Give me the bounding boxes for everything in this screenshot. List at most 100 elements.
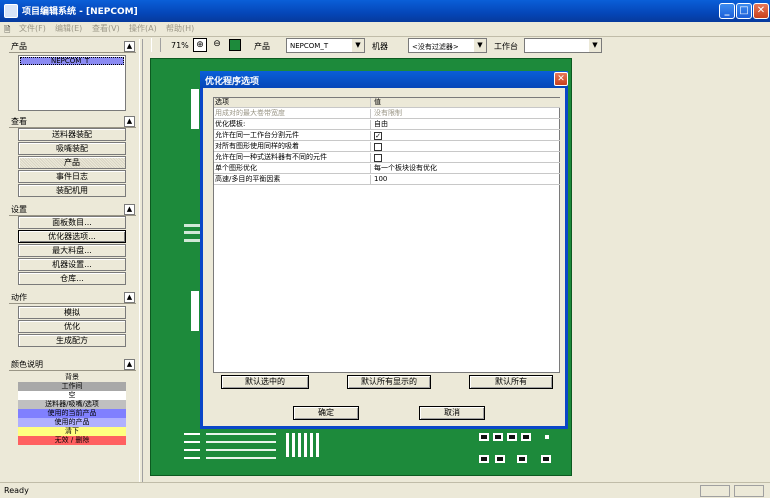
- option-name: 单个图形优化: [215, 164, 371, 174]
- optimizer-options-button[interactable]: 优化器选项...: [18, 230, 126, 243]
- doc-icon: 🗎: [4, 25, 11, 34]
- splitter[interactable]: [139, 39, 143, 482]
- option-checkbox[interactable]: [374, 143, 382, 151]
- menu-edit[interactable]: 编辑(E): [55, 23, 82, 34]
- chip-mark: [479, 455, 489, 463]
- collapse-icon[interactable]: ▲: [124, 359, 135, 370]
- close-button[interactable]: ✕: [753, 3, 769, 19]
- table-row[interactable]: 允许在同一种式送料器有不同的元件: [214, 153, 560, 163]
- pad-row: [184, 449, 200, 451]
- option-value: 没有限制: [374, 109, 402, 117]
- option-name: 优化模板:: [215, 120, 371, 130]
- event-log-button[interactable]: 事件日志: [18, 170, 126, 183]
- chip-mark: [521, 433, 531, 441]
- collapse-icon[interactable]: ▲: [124, 41, 135, 52]
- list-item[interactable]: NEPCOM_T: [20, 57, 124, 65]
- minimize-button[interactable]: _: [719, 3, 735, 19]
- product-select[interactable]: NEPCOM_T ▼: [286, 38, 365, 53]
- simulate-button[interactable]: 模拟: [18, 306, 126, 319]
- option-value[interactable]: 每一个板块设有优化: [374, 164, 554, 174]
- default-shown-button[interactable]: 默认所有显示的: [347, 375, 431, 389]
- zoom-in-icon[interactable]: ⊕: [193, 38, 207, 52]
- chip-mark: [507, 433, 517, 441]
- collapse-icon[interactable]: ▲: [124, 292, 135, 303]
- warehouse-button[interactable]: 仓库...: [18, 272, 126, 285]
- table-row[interactable]: 高速/多目的平衡因素 100: [214, 175, 560, 185]
- pad: [545, 435, 549, 439]
- option-name: 对所有图形使用同样的吸着: [215, 142, 371, 152]
- menu-file[interactable]: 文件(F): [19, 23, 46, 34]
- zoom-out-icon[interactable]: ⊖: [210, 38, 224, 52]
- product-button[interactable]: 产品: [18, 156, 126, 169]
- product-list[interactable]: NEPCOM_T: [18, 55, 126, 111]
- machine-select-value: <没有过滤器>: [412, 43, 459, 51]
- pad-row: [184, 441, 200, 443]
- option-checkbox[interactable]: [374, 154, 382, 162]
- chip-mark: [517, 455, 527, 463]
- option-name: 允许在同一工作台分割元件: [215, 131, 371, 141]
- ok-button[interactable]: 确定: [293, 406, 359, 420]
- grip: [151, 38, 161, 52]
- panel-count-button[interactable]: 面板数目...: [18, 216, 126, 229]
- status-pane: [700, 485, 730, 497]
- pad-row: [184, 231, 200, 234]
- legend-item: 使用的产品: [18, 418, 126, 427]
- component-grid: [286, 433, 322, 457]
- table-row[interactable]: 用成对的最大卷带宽度 没有限制: [214, 109, 560, 119]
- pad-row: [206, 457, 276, 459]
- maximize-button[interactable]: □: [736, 3, 752, 19]
- generate-recipe-button[interactable]: 生成配方: [18, 334, 126, 347]
- chip-mark: [495, 455, 505, 463]
- table-row[interactable]: 优化模板: 自由: [214, 120, 560, 130]
- board-view-icon[interactable]: [229, 39, 241, 51]
- option-value[interactable]: 自由: [374, 120, 554, 130]
- option-value[interactable]: 100: [374, 175, 554, 185]
- menu-view[interactable]: 查看(V): [92, 23, 120, 34]
- table-row[interactable]: 允许在同一工作台分割元件 ✓: [214, 131, 560, 141]
- column-header-value: 值: [374, 98, 381, 106]
- chevron-down-icon[interactable]: ▼: [474, 39, 486, 52]
- status-text: Ready: [4, 486, 29, 495]
- dialog-close-icon[interactable]: ✕: [554, 72, 568, 86]
- chevron-down-icon[interactable]: ▼: [352, 39, 364, 52]
- actions-group: 动作 ▲ 模拟 优化 生成配方: [9, 292, 136, 352]
- machine-select[interactable]: <没有过滤器> ▼: [408, 38, 487, 53]
- legend-group-title: 颜色说明: [11, 360, 43, 369]
- pad-row: [184, 224, 200, 227]
- product-group: 产品 ▲ NEPCOM_T: [9, 41, 136, 115]
- optimize-button[interactable]: 优化: [18, 320, 126, 333]
- collapse-icon[interactable]: ▲: [124, 204, 135, 215]
- status-pane: [734, 485, 764, 497]
- pad-row: [184, 433, 200, 435]
- legend-item: 无效 / 删除: [18, 436, 126, 445]
- default-selected-button[interactable]: 默认选中的: [221, 375, 309, 389]
- product-group-title: 产品: [11, 42, 27, 51]
- table-row[interactable]: 对所有图形使用同样的吸着: [214, 142, 560, 152]
- machine-settings-button[interactable]: 机器设置...: [18, 258, 126, 271]
- chip-mark: [493, 433, 503, 441]
- chevron-down-icon[interactable]: ▼: [589, 39, 601, 52]
- station-select[interactable]: ▼: [524, 38, 602, 53]
- legend-item: 工作间: [18, 382, 126, 391]
- options-grid: 选项 值 用成对的最大卷带宽度 没有限制 优化模板: 自由 允许在同一工作台分割…: [213, 97, 560, 373]
- window-title: 项目编辑系统 - [NEPCOM]: [22, 7, 138, 17]
- option-checkbox[interactable]: ✓: [374, 132, 382, 140]
- default-all-button[interactable]: 默认所有: [469, 375, 553, 389]
- machine-use-button[interactable]: 装配机用: [18, 184, 126, 197]
- max-tray-button[interactable]: 最大料盘...: [18, 244, 126, 257]
- pad-row: [184, 457, 200, 459]
- pad-row: [184, 239, 200, 242]
- legend-item: 使用的当前产品: [18, 409, 126, 418]
- feeder-assembly-button[interactable]: 送料器装配: [18, 128, 126, 141]
- title-bar: 项目编辑系统 - [NEPCOM] _ □ ✕: [0, 0, 770, 22]
- option-name: 用成对的最大卷带宽度: [215, 109, 371, 119]
- collapse-icon[interactable]: ▲: [124, 116, 135, 127]
- menu-help[interactable]: 帮助(H): [166, 23, 194, 34]
- chip-mark: [479, 433, 489, 441]
- table-row[interactable]: 单个图形优化 每一个板块设有优化: [214, 164, 560, 174]
- menu-operate[interactable]: 操作(A): [129, 23, 157, 34]
- cancel-button[interactable]: 取消: [419, 406, 485, 420]
- component-mark: [191, 291, 199, 331]
- nozzle-assembly-button[interactable]: 吸嘴装配: [18, 142, 126, 155]
- pad-row: [206, 449, 276, 451]
